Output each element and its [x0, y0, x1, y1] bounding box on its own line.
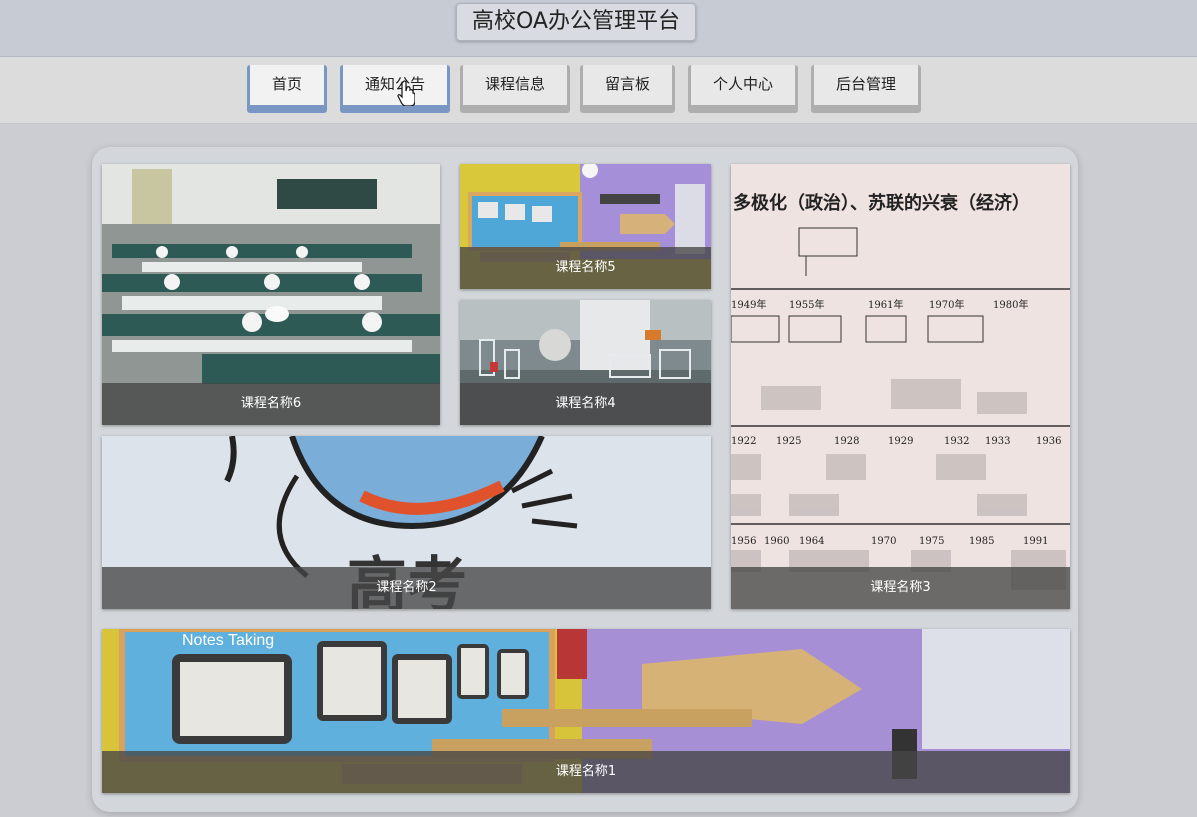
nav-message-board-label: 留言板 — [604, 75, 650, 93]
timeline-heading: 多极化（政治）、苏联的兴衰（经济） — [733, 192, 1030, 214]
course-card-6[interactable]: 课程名称6 — [102, 164, 440, 425]
svg-text:1955年: 1955年 — [789, 298, 824, 311]
svg-text:1949年: 1949年 — [731, 298, 766, 311]
course-2-caption: 课程名称2 — [102, 567, 711, 609]
svg-text:1970年: 1970年 — [929, 298, 964, 311]
svg-text:1975: 1975 — [919, 536, 944, 547]
nav-admin-label: 后台管理 — [835, 75, 896, 93]
svg-text:1929: 1929 — [888, 436, 913, 447]
svg-text:1960: 1960 — [764, 536, 789, 547]
course-card-4[interactable]: 课程名称4 — [460, 300, 711, 425]
course-card-3[interactable]: 多极化（政治）、苏联的兴衰（经济） 1949年 1955年 1961年 1970… — [731, 164, 1070, 609]
main-nav: 首页 通知公告 课程信息 留言板 个人中心 后台管理 — [0, 57, 1197, 124]
nav-courses-label: 课程信息 — [484, 75, 545, 93]
nav-admin[interactable]: 后台管理 — [811, 65, 921, 113]
svg-text:1933: 1933 — [985, 436, 1010, 447]
svg-text:1928: 1928 — [834, 436, 859, 447]
course-6-caption: 课程名称6 — [102, 383, 440, 425]
wall-poster-text: Notes Taking — [182, 632, 274, 649]
nav-notices[interactable]: 通知公告 — [340, 65, 450, 113]
course-card-5[interactable]: 课程名称5 — [460, 164, 711, 289]
nav-personal-center-label: 个人中心 — [712, 75, 773, 93]
nav-message-board[interactable]: 留言板 — [580, 65, 675, 113]
top-header: 高校OA办公管理平台 — [0, 0, 1197, 57]
svg-text:1922: 1922 — [731, 436, 756, 447]
svg-text:1985: 1985 — [969, 536, 994, 547]
course-5-caption: 课程名称5 — [460, 247, 711, 289]
nav-notices-label: 通知公告 — [364, 75, 425, 93]
course-card-1[interactable]: Notes Taking 课程名称1 — [102, 629, 1070, 793]
svg-text:1980年: 1980年 — [993, 298, 1028, 311]
svg-text:1961年: 1961年 — [868, 298, 903, 311]
site-title: 高校OA办公管理平台 — [456, 3, 696, 41]
svg-text:1936: 1936 — [1036, 436, 1061, 447]
nav-courses[interactable]: 课程信息 — [460, 65, 570, 113]
history-timeline-image: 多极化（政治）、苏联的兴衰（经济） 1949年 1955年 1961年 1970… — [731, 164, 1070, 609]
svg-text:1932: 1932 — [944, 436, 969, 447]
course-3-caption: 课程名称3 — [731, 567, 1070, 609]
course-1-caption: 课程名称1 — [102, 751, 1070, 793]
svg-text:1970: 1970 — [871, 536, 896, 547]
nav-home-label: 首页 — [271, 75, 302, 93]
course-4-caption: 课程名称4 — [460, 383, 711, 425]
svg-text:1925: 1925 — [776, 436, 801, 447]
svg-text:1991: 1991 — [1023, 536, 1048, 547]
hand-cursor-icon — [397, 80, 415, 106]
nav-personal-center[interactable]: 个人中心 — [688, 65, 798, 113]
course-card-2[interactable]: 高考 课程名称2 — [102, 436, 711, 609]
svg-text:1956: 1956 — [731, 536, 756, 547]
svg-text:1964: 1964 — [799, 536, 824, 547]
nav-home[interactable]: 首页 — [247, 65, 327, 113]
